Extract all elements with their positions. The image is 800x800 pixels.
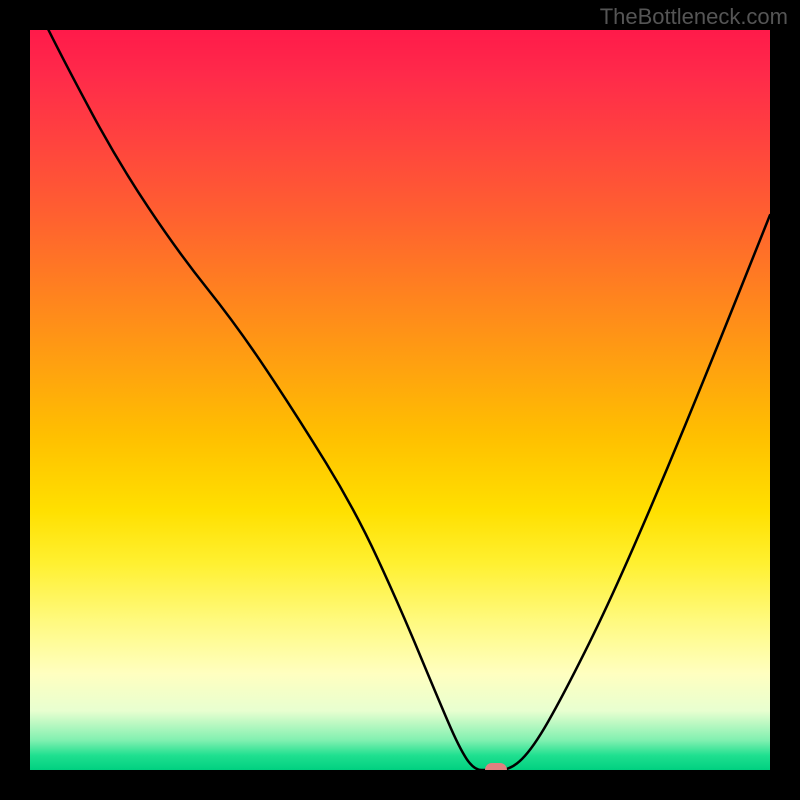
chart-plot-area [30,30,770,770]
optimal-point-marker [485,763,507,770]
watermark-text: TheBottleneck.com [600,4,788,30]
bottleneck-curve-line [30,30,770,770]
chart-curve-svg [30,30,770,770]
